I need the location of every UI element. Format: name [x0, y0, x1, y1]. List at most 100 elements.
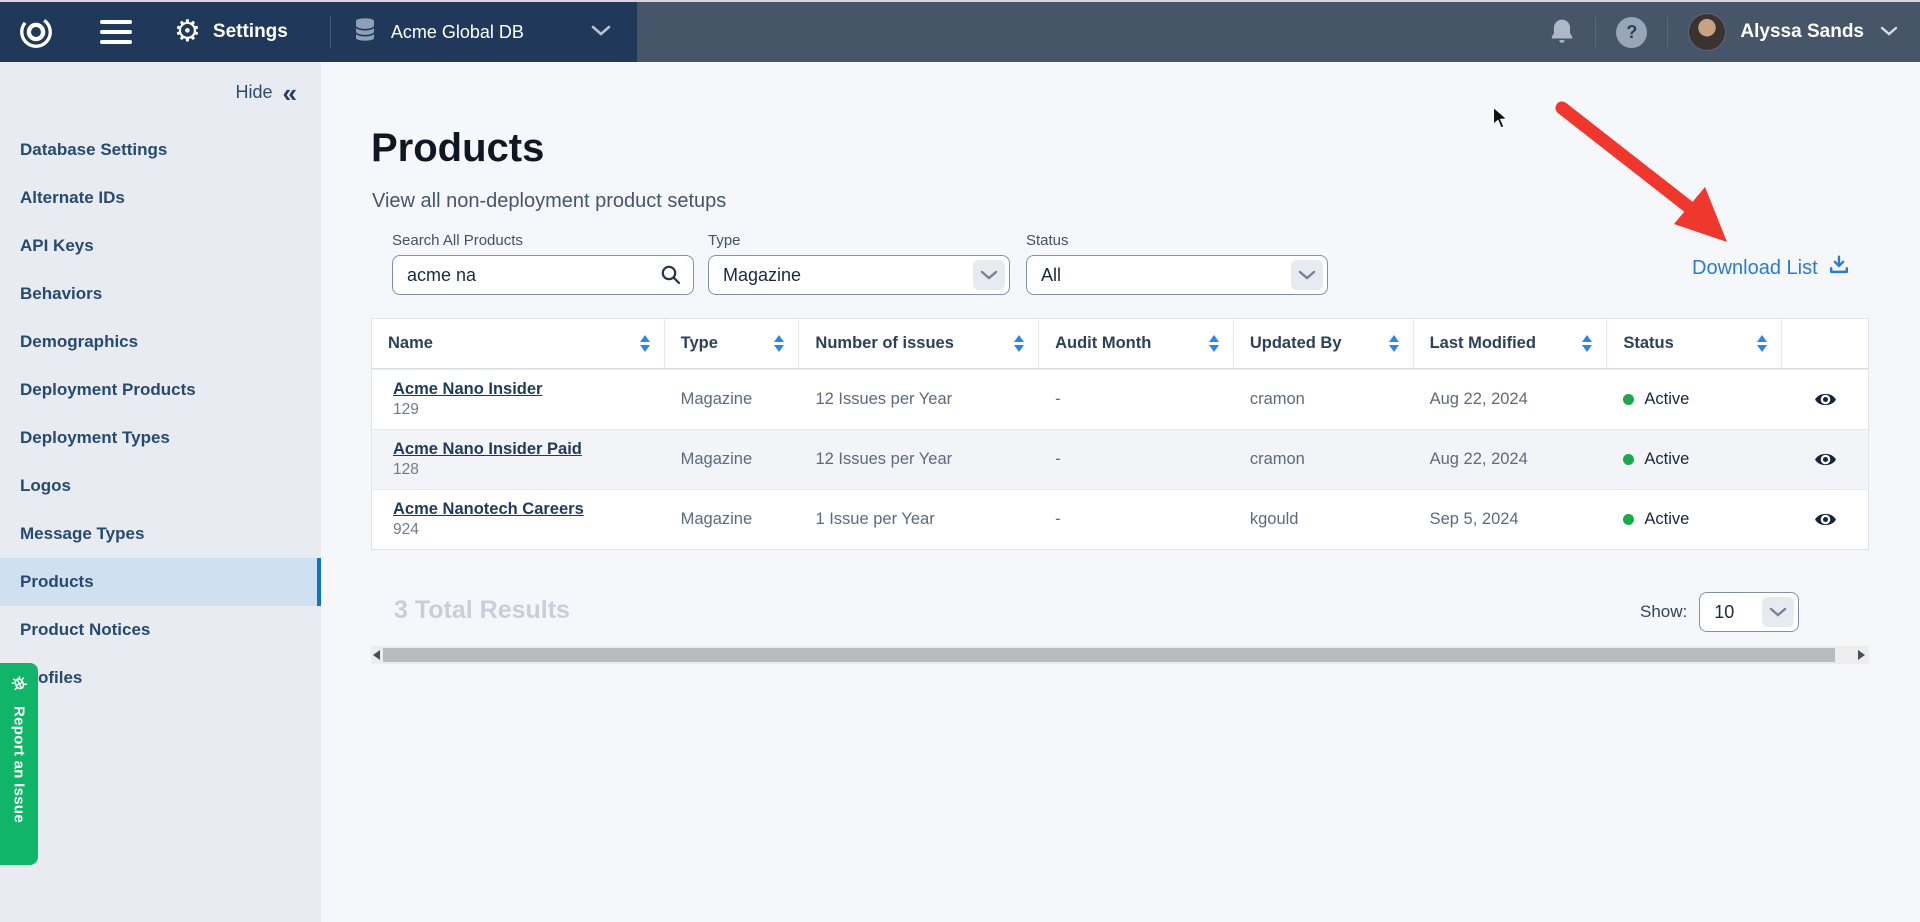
product-name-link[interactable]: Acme Nanotech Careers	[393, 500, 584, 519]
status-active-dot	[1623, 514, 1634, 525]
status-cell: Active	[1607, 370, 1782, 429]
last-modified-cell: Sep 5, 2024	[1414, 490, 1608, 549]
scroll-left-arrow-icon[interactable]	[373, 650, 380, 660]
annotation-red-arrow	[1540, 92, 1790, 267]
top-nav-right: ? Alyssa Sands	[637, 2, 1920, 62]
sort-icon	[1582, 335, 1592, 352]
sidebar-item-product-notices[interactable]: Product Notices	[0, 606, 321, 654]
database-chevron-down-icon[interactable]	[591, 23, 611, 41]
horizontal-scrollbar[interactable]	[371, 646, 1869, 664]
nav-divider	[330, 15, 331, 49]
report-an-issue-label: Report an Issue	[11, 706, 28, 823]
sort-icon	[774, 335, 784, 352]
sidebar-item-deployment-products[interactable]: Deployment Products	[0, 366, 321, 414]
product-id: 924	[393, 521, 419, 539]
status-select-value: All	[1041, 265, 1061, 286]
type-cell: Magazine	[665, 490, 800, 549]
nav-divider	[1667, 17, 1668, 47]
sidebar-item-alternate-ids[interactable]: Alternate IDs	[0, 174, 321, 222]
status-select[interactable]: All	[1026, 255, 1328, 295]
sidebar-item-message-types[interactable]: Message Types	[0, 510, 321, 558]
issues-cell: 1 Issue per Year	[799, 490, 1039, 549]
sidebar-item-products[interactable]: Products	[0, 558, 321, 606]
status-filter-label: Status	[1026, 232, 1328, 249]
sidebar-item-behaviors[interactable]: Behaviors	[0, 270, 321, 318]
nav-divider	[1595, 17, 1596, 47]
sidebar-item-profiles[interactable]: Profiles	[0, 654, 321, 702]
sidebar-item-demographics[interactable]: Demographics	[0, 318, 321, 366]
column-header-last-modified[interactable]: Last Modified	[1414, 319, 1608, 368]
product-id: 129	[393, 401, 419, 419]
type-cell: Magazine	[665, 430, 800, 489]
audit-month-cell: -	[1039, 490, 1234, 549]
menu-hamburger-icon[interactable]	[100, 20, 132, 44]
products-table: Name Type Number of issues Audit Month U…	[371, 318, 1869, 550]
page-size-value: 10	[1714, 602, 1734, 623]
collapse-double-chevron-icon: «	[283, 83, 297, 103]
audit-month-cell: -	[1039, 370, 1234, 429]
chevron-down-icon	[973, 260, 1005, 290]
page-title: Products	[371, 126, 544, 171]
type-cell: Magazine	[665, 370, 800, 429]
product-name-link[interactable]: Acme Nano Insider	[393, 380, 542, 399]
download-list-button[interactable]: Download List	[1692, 254, 1850, 282]
column-header-actions	[1782, 319, 1868, 368]
report-an-issue-tab[interactable]: Report an Issue	[0, 663, 38, 865]
column-header-audit-month[interactable]: Audit Month	[1039, 319, 1234, 368]
search-input[interactable]	[392, 255, 694, 295]
column-header-type[interactable]: Type	[665, 319, 800, 368]
column-header-status[interactable]: Status	[1607, 319, 1782, 368]
status-active-dot	[1623, 394, 1634, 405]
page-size-control: Show: 10	[1640, 592, 1799, 632]
type-select[interactable]: Magazine	[708, 255, 1010, 295]
database-selector-label[interactable]: Acme Global DB	[391, 22, 524, 43]
settings-sidebar: Hide « Database Settings Alternate IDs A…	[0, 62, 321, 922]
user-name[interactable]: Alyssa Sands	[1740, 21, 1864, 43]
page-size-select[interactable]: 10	[1699, 592, 1799, 632]
view-eye-button[interactable]	[1782, 430, 1868, 489]
hide-label: Hide	[236, 82, 273, 103]
user-menu-chevron-down-icon[interactable]	[1880, 23, 1898, 41]
product-name-cell: Acme Nano Insider Paid 128	[372, 430, 665, 489]
sort-icon	[1014, 335, 1024, 352]
app-logo-icon[interactable]	[16, 12, 56, 52]
download-icon	[1828, 254, 1850, 282]
status-cell: Active	[1607, 430, 1782, 489]
scroll-right-arrow-icon[interactable]	[1858, 650, 1865, 660]
type-select-value: Magazine	[723, 265, 801, 286]
sidebar-item-api-keys[interactable]: API Keys	[0, 222, 321, 270]
settings-gear-icon: ⚙	[174, 17, 201, 47]
product-name-cell: Acme Nano Insider 129	[372, 370, 665, 429]
status-active-dot	[1623, 454, 1634, 465]
scrollbar-thumb[interactable]	[383, 648, 1835, 662]
search-filter-label: Search All Products	[392, 232, 694, 249]
audit-month-cell: -	[1039, 430, 1234, 489]
last-modified-cell: Aug 22, 2024	[1414, 370, 1608, 429]
sort-icon	[1389, 335, 1399, 352]
view-eye-button[interactable]	[1782, 370, 1868, 429]
sidebar-item-database-settings[interactable]: Database Settings	[0, 126, 321, 174]
sidebar-item-deployment-types[interactable]: Deployment Types	[0, 414, 321, 462]
view-eye-button[interactable]	[1782, 490, 1868, 549]
table-row: Acme Nanotech Careers 924 Magazine 1 Iss…	[372, 489, 1868, 549]
table-row: Acme Nano Insider 129 Magazine 12 Issues…	[372, 369, 1868, 429]
product-id: 128	[393, 461, 419, 479]
search-filter-group: Search All Products	[392, 232, 694, 295]
sidebar-item-logos[interactable]: Logos	[0, 462, 321, 510]
search-icon[interactable]	[660, 264, 682, 291]
sort-icon	[1209, 335, 1219, 352]
last-modified-cell: Aug 22, 2024	[1414, 430, 1608, 489]
type-filter-label: Type	[708, 232, 1010, 249]
column-header-number-of-issues[interactable]: Number of issues	[799, 319, 1039, 368]
sidebar-hide-button[interactable]: Hide «	[236, 82, 298, 103]
help-icon[interactable]: ?	[1616, 17, 1647, 48]
column-header-updated-by[interactable]: Updated By	[1234, 319, 1414, 368]
type-filter-group: Type Magazine	[708, 232, 1010, 295]
product-name-link[interactable]: Acme Nano Insider Paid	[393, 440, 582, 459]
bug-icon	[9, 673, 29, 698]
user-avatar[interactable]	[1688, 13, 1726, 51]
updated-by-cell: kgould	[1234, 490, 1414, 549]
table-row: Acme Nano Insider Paid 128 Magazine 12 I…	[372, 429, 1868, 489]
notifications-bell-icon[interactable]	[1549, 18, 1575, 46]
column-header-name[interactable]: Name	[372, 319, 665, 368]
